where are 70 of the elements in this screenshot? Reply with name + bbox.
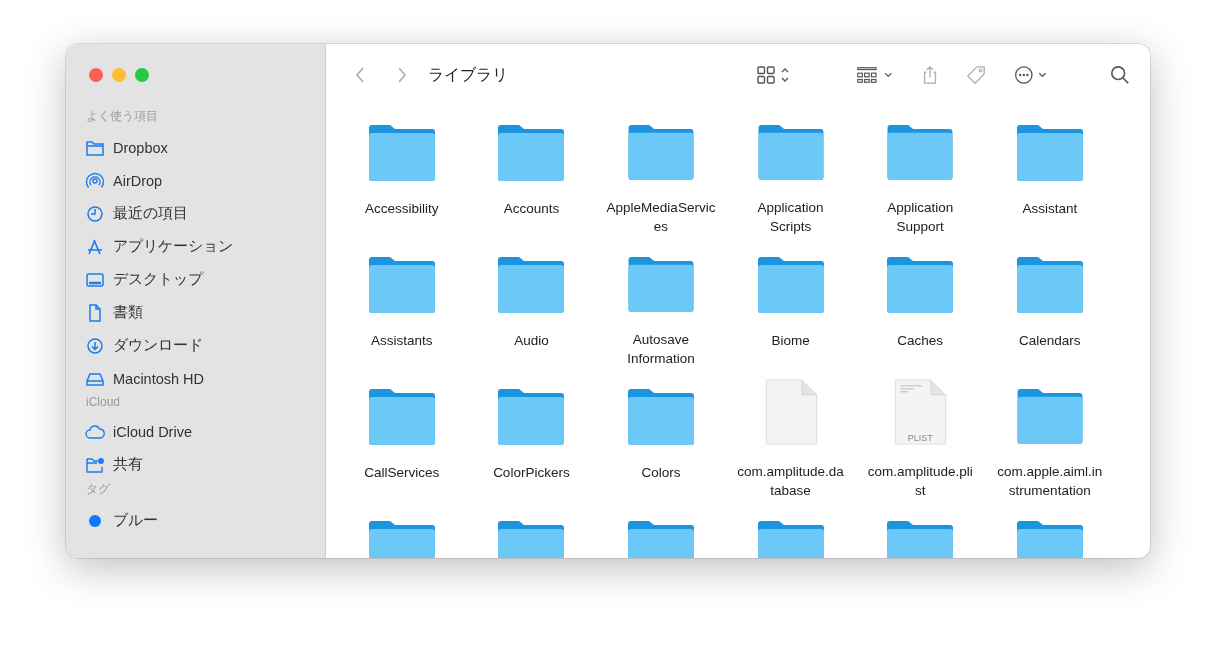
- app-store-icon: [85, 237, 105, 256]
- file-name: Autosave Information: [627, 331, 695, 368]
- sidebar-label: デスクトップ: [113, 270, 203, 289]
- file-name: AppleMediaServic es: [606, 199, 716, 236]
- file-name: Application Support: [887, 199, 954, 236]
- sidebar-label: AirDrop: [113, 172, 163, 189]
- sidebar-item[interactable]: デスクトップ: [85, 263, 325, 296]
- sidebar-item[interactable]: ブルー: [85, 504, 325, 537]
- sidebar-item[interactable]: ダウンロード: [85, 329, 325, 362]
- shared-folder-icon: [85, 455, 105, 474]
- clock-icon: [85, 204, 105, 223]
- file-name: Assistant: [1022, 200, 1078, 218]
- sidebar-item[interactable]: Macintosh HD: [85, 362, 325, 395]
- sidebar-label: 最近の項目: [113, 204, 188, 223]
- file-name: Accessibility: [365, 200, 439, 218]
- file-name: CallServices: [364, 464, 440, 482]
- sidebar-section-title: よく使う項目: [86, 108, 159, 125]
- folder-icon[interactable]: [496, 254, 567, 314]
- sidebar-item[interactable]: アプリケーション: [85, 230, 325, 263]
- file-name: com.amplitude.pli st: [867, 463, 973, 500]
- sidebar-item[interactable]: 書類: [85, 296, 325, 329]
- folder-icon[interactable]: [366, 254, 437, 314]
- file-name: com.amplitude.da tabase: [737, 463, 844, 500]
- file-name: Caches: [897, 332, 944, 350]
- sidebar-label: 共有: [113, 455, 143, 474]
- folder-icon[interactable]: [366, 386, 437, 446]
- file-name: Audio: [514, 332, 549, 350]
- folder-icon[interactable]: [366, 122, 437, 182]
- sidebar-section-title: タグ: [86, 481, 111, 498]
- folder-icon[interactable]: [626, 122, 696, 181]
- sidebar-label: 書類: [113, 303, 143, 322]
- file-name: Accounts: [503, 200, 560, 218]
- tag-button[interactable]: [966, 65, 986, 85]
- file-name: com.apple.aiml.in strumentation: [997, 463, 1103, 500]
- file-name: ColorPickers: [493, 464, 570, 482]
- file-name: Application Scripts: [757, 199, 824, 236]
- zoom-button[interactable]: [135, 68, 149, 82]
- file-name: Assistants: [371, 332, 433, 350]
- sidebar-label: Macintosh HD: [113, 370, 205, 387]
- download-icon: [85, 336, 105, 355]
- folder-icon[interactable]: [1014, 122, 1085, 182]
- file-name: Biome: [771, 332, 810, 350]
- folder-icon[interactable]: [496, 386, 567, 446]
- folder-icon[interactable]: [755, 254, 826, 314]
- sidebar-label: ダウンロード: [113, 336, 203, 355]
- folder-icon[interactable]: [885, 254, 956, 314]
- sidebar-item[interactable]: 最近の項目: [85, 197, 325, 230]
- sidebar-label: ブルー: [113, 511, 158, 530]
- window-title: ライブラリ: [428, 64, 508, 85]
- folder-icon[interactable]: [626, 386, 696, 446]
- sidebar-section-title: iCloud: [86, 395, 122, 409]
- sidebar-item[interactable]: iCloud Drive: [85, 415, 325, 448]
- folder-icon[interactable]: [496, 122, 567, 182]
- file-type-label: PLIST: [907, 433, 933, 443]
- folder-icon: [85, 138, 105, 157]
- search-icon[interactable]: [1110, 65, 1130, 85]
- folder-icon[interactable]: [626, 254, 696, 313]
- sidebar-label: iCloud Drive: [113, 423, 192, 440]
- close-button[interactable]: [89, 68, 103, 82]
- sidebar-item[interactable]: AirDrop: [85, 164, 325, 197]
- sidebar-item[interactable]: 共有: [85, 448, 325, 481]
- sidebar-item[interactable]: Dropbox: [85, 131, 325, 164]
- file-name: Colors: [641, 464, 681, 482]
- cloud-icon: [85, 422, 105, 441]
- folder-icon[interactable]: [1014, 254, 1085, 314]
- sidebar-label: アプリケーション: [113, 237, 233, 256]
- airdrop-icon: [85, 171, 105, 190]
- desktop-icon: [85, 270, 105, 289]
- file-name: Calendars: [1019, 332, 1081, 350]
- sidebar-label: Dropbox: [113, 139, 168, 156]
